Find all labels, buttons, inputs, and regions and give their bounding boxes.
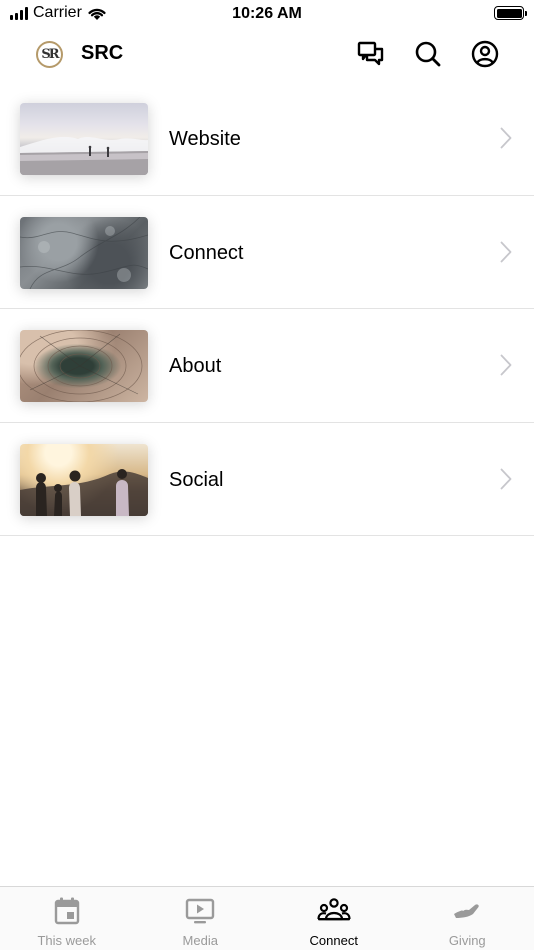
stone-texture-thumbnail [20, 216, 148, 289]
tab-bar: This week Media Connect Giving [0, 886, 534, 950]
status-time: 10:26 AM [232, 5, 302, 22]
profile-icon[interactable] [470, 39, 500, 69]
connect-list: Website Connect About Social [0, 82, 534, 536]
tab-label: Connect [309, 933, 358, 948]
tab-connect[interactable]: Connect [267, 887, 401, 950]
beach-waves-thumbnail [20, 103, 148, 175]
tab-this-week[interactable]: This week [0, 887, 134, 950]
tab-label: Giving [448, 933, 486, 948]
tab-media[interactable]: Media [134, 887, 268, 950]
people-group-icon [317, 898, 351, 921]
status-bar: Carrier 10:26 AM [0, 0, 534, 28]
tree-rings-thumbnail [20, 330, 148, 402]
chat-icon[interactable] [356, 39, 386, 69]
tab-label: Media [182, 933, 218, 948]
list-item-social[interactable]: Social [0, 423, 534, 536]
chevron-right-icon [500, 241, 512, 262]
chevron-right-icon [500, 468, 512, 489]
list-item-website[interactable]: Website [0, 82, 534, 196]
list-item-label: About [169, 355, 222, 377]
tab-giving[interactable]: Giving [401, 887, 534, 950]
calendar-icon [54, 897, 79, 925]
list-item-label: Connect [169, 241, 244, 264]
search-icon[interactable] [413, 39, 443, 69]
logo[interactable]: SR [36, 41, 63, 68]
tv-play-icon [186, 898, 215, 924]
list-item-about[interactable]: About [0, 309, 534, 423]
list-item-label: Website [169, 128, 241, 150]
chevron-right-icon [500, 354, 512, 376]
battery-icon [494, 6, 527, 20]
app-header: SR SRC [0, 28, 534, 84]
app-title: SRC [81, 42, 124, 64]
list-item-connect[interactable]: Connect [0, 196, 534, 309]
list-item-label: Social [169, 468, 224, 491]
tab-label: This week [37, 933, 97, 948]
friends-sunset-thumbnail [20, 443, 148, 516]
chevron-right-icon [500, 127, 512, 149]
hand-giving-icon [454, 904, 479, 918]
